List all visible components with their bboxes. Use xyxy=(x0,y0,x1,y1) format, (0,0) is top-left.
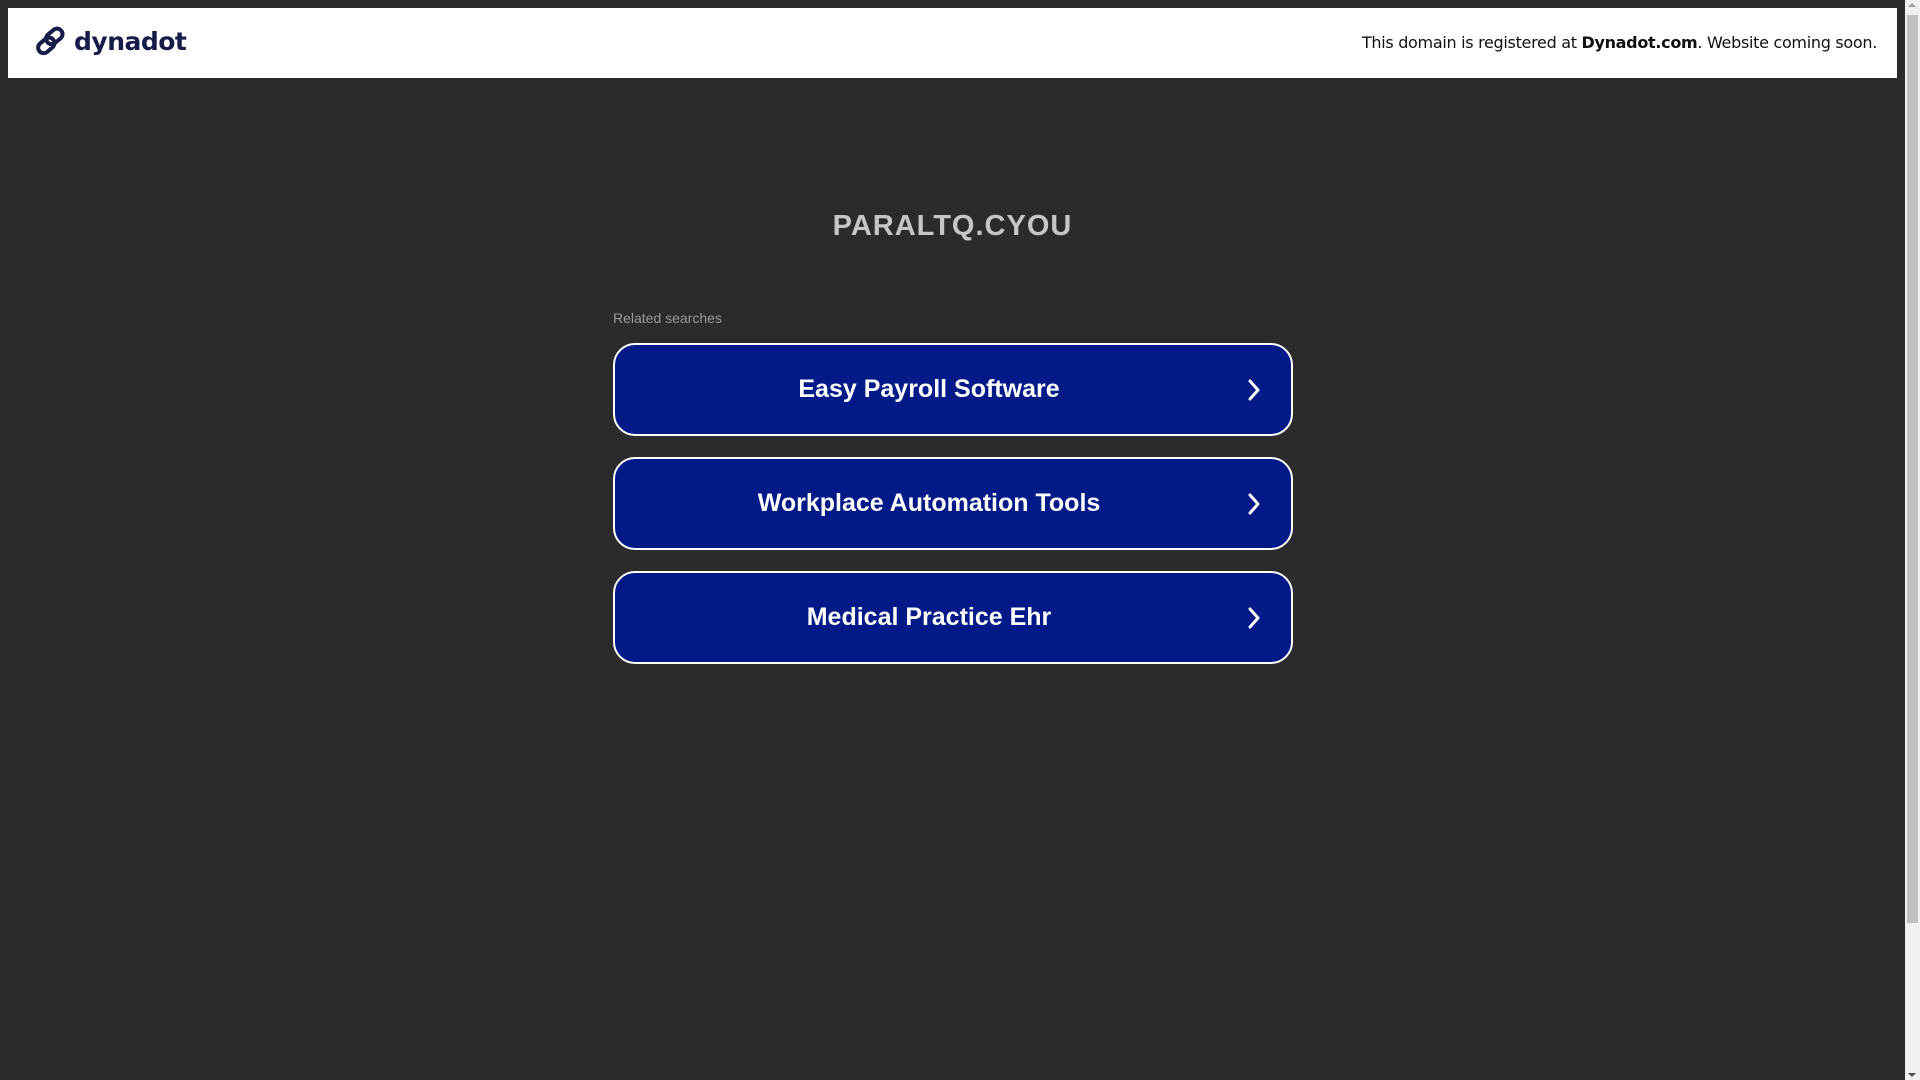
scroll-up-arrow-icon[interactable] xyxy=(1908,3,1916,7)
vertical-scrollbar[interactable] xyxy=(1905,0,1920,1080)
domain-title: PARALTQ.CYOU xyxy=(832,210,1073,242)
search-link-label: Easy Payroll Software xyxy=(798,375,1060,403)
search-link-button[interactable]: Workplace Automation Tools xyxy=(613,457,1293,550)
chevron-right-icon xyxy=(1248,607,1260,628)
chain-link-icon xyxy=(36,26,65,56)
related-searches-label: Related searches xyxy=(613,310,722,326)
dynadot-link[interactable]: Dynadot.com xyxy=(1581,33,1697,52)
chevron-right-icon xyxy=(1248,379,1260,400)
scroll-down-arrow-icon[interactable] xyxy=(1908,1073,1916,1077)
chevron-right-icon xyxy=(1248,493,1260,514)
search-link-label: Workplace Automation Tools xyxy=(757,489,1101,517)
logo-text: dynadot xyxy=(74,26,187,56)
top-banner: dynadot This domain is registered at Dyn… xyxy=(8,8,1897,78)
search-link-button[interactable]: Medical Practice Ehr xyxy=(613,571,1293,664)
scrollbar-thumb[interactable] xyxy=(1907,15,1918,923)
notice-prefix: This domain is registered at xyxy=(1361,33,1582,52)
notice-suffix: . Website coming soon. xyxy=(1697,33,1877,52)
registration-notice: This domain is registered at Dynadot.com… xyxy=(1362,33,1877,52)
search-link-button[interactable]: Easy Payroll Software xyxy=(613,343,1293,436)
dynadot-logo[interactable]: dynadot xyxy=(34,25,187,57)
search-link-label: Medical Practice Ehr xyxy=(806,603,1052,631)
